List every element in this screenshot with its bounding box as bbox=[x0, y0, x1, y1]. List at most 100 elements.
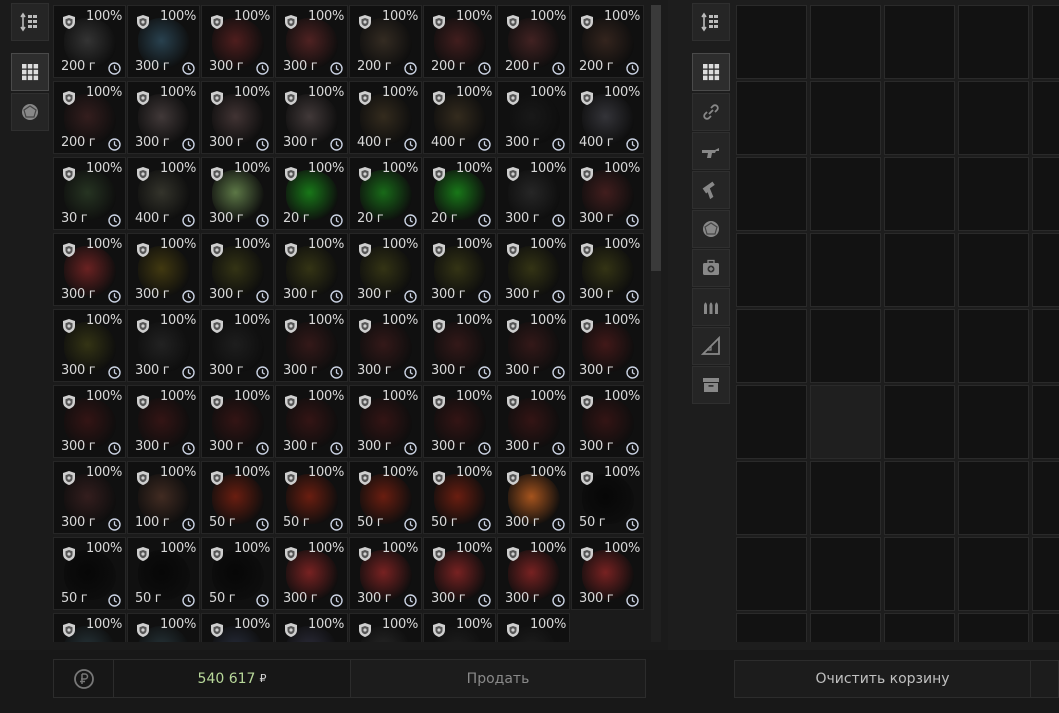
basket-slot[interactable] bbox=[1032, 5, 1059, 79]
basket-slot[interactable] bbox=[736, 461, 807, 535]
inventory-item[interactable]: 100% 300 г bbox=[349, 233, 422, 306]
markers-filter-button[interactable] bbox=[692, 327, 730, 365]
inventory-item[interactable]: 100% 50 г bbox=[571, 461, 644, 534]
inventory-item[interactable]: 100% 300 г bbox=[497, 537, 570, 610]
inventory-item[interactable]: 100% 400 г bbox=[349, 81, 422, 154]
inventory-item[interactable]: 100% 300 г bbox=[497, 461, 570, 534]
inventory-item[interactable]: 100% 300 г bbox=[53, 233, 126, 306]
basket-slot[interactable] bbox=[884, 537, 955, 611]
ammo-filter-button[interactable] bbox=[692, 288, 730, 326]
basket-slot[interactable] bbox=[1032, 157, 1059, 231]
inventory-item[interactable]: 100% 300 г bbox=[275, 5, 348, 78]
basket-slot[interactable] bbox=[884, 157, 955, 231]
basket-slot[interactable] bbox=[736, 157, 807, 231]
inventory-item[interactable]: 100% 300 г bbox=[423, 233, 496, 306]
basket-slot[interactable] bbox=[736, 81, 807, 155]
sort-button[interactable] bbox=[692, 3, 730, 41]
inventory-item[interactable]: 100% 300 г bbox=[127, 233, 200, 306]
weapon-parts-filter-button[interactable] bbox=[692, 171, 730, 209]
inventory-item[interactable]: 100% 300 г bbox=[423, 537, 496, 610]
inventory-item[interactable]: 100% 300 г bbox=[201, 233, 274, 306]
inventory-item[interactable]: 100% 300 г bbox=[423, 309, 496, 382]
inventory-item[interactable]: 100% 300 г bbox=[497, 309, 570, 382]
basket-slot[interactable] bbox=[810, 613, 881, 642]
inventory-item[interactable]: 100% 50 г bbox=[349, 461, 422, 534]
sort-button[interactable] bbox=[11, 3, 49, 41]
basket-slot[interactable] bbox=[1032, 385, 1059, 459]
inventory-item[interactable]: 100% 300 г bbox=[497, 157, 570, 230]
medical-filter-button[interactable] bbox=[692, 249, 730, 287]
basket-slot[interactable] bbox=[958, 461, 1029, 535]
inventory-item[interactable]: 100% 300 г bbox=[497, 81, 570, 154]
inventory-item[interactable]: 100% 100 г bbox=[127, 461, 200, 534]
inventory-item[interactable]: 100% 300 г bbox=[275, 81, 348, 154]
basket-slot[interactable] bbox=[1032, 613, 1059, 642]
inventory-item[interactable]: 100% 300 г bbox=[571, 157, 644, 230]
inventory-item[interactable]: 100% 400 г bbox=[127, 157, 200, 230]
basket-slot[interactable] bbox=[958, 537, 1029, 611]
inventory-item[interactable]: 100% 50 г bbox=[275, 461, 348, 534]
inventory-item[interactable]: 100% bbox=[349, 613, 422, 642]
inventory-item[interactable]: 100% 20 г bbox=[423, 157, 496, 230]
inventory-item[interactable]: 100% bbox=[423, 613, 496, 642]
inventory-item[interactable]: 100% 300 г bbox=[349, 537, 422, 610]
basket-slot[interactable] bbox=[810, 461, 881, 535]
basket-slot[interactable] bbox=[884, 81, 955, 155]
inventory-item[interactable]: 100% 300 г bbox=[275, 233, 348, 306]
inventory-item[interactable]: 100% 30 г bbox=[53, 157, 126, 230]
basket-slot[interactable] bbox=[736, 385, 807, 459]
inventory-item[interactable]: 100% 300 г bbox=[423, 385, 496, 458]
inventory-item[interactable]: 100% 400 г bbox=[423, 81, 496, 154]
basket-slot[interactable] bbox=[958, 233, 1029, 307]
containers-filter-button[interactable] bbox=[692, 366, 730, 404]
basket-slot[interactable] bbox=[884, 385, 955, 459]
inventory-item[interactable]: 100% 300 г bbox=[571, 385, 644, 458]
inventory-item[interactable]: 100% 300 г bbox=[127, 309, 200, 382]
inventory-item[interactable]: 100% 200 г bbox=[53, 5, 126, 78]
refresh-button[interactable] bbox=[54, 660, 114, 697]
inventory-item[interactable]: 100% 300 г bbox=[53, 309, 126, 382]
basket-slot[interactable] bbox=[736, 233, 807, 307]
inventory-item[interactable]: 100% 300 г bbox=[497, 385, 570, 458]
sell-button[interactable]: Продать bbox=[351, 660, 645, 697]
clear-basket-button[interactable]: Очистить корзину bbox=[734, 660, 1031, 698]
inventory-item[interactable]: 100% bbox=[53, 613, 126, 642]
barter-filter-button[interactable] bbox=[692, 210, 730, 248]
inventory-item[interactable]: 100% 300 г bbox=[571, 233, 644, 306]
inventory-item[interactable]: 100% 20 г bbox=[275, 157, 348, 230]
inventory-item[interactable]: 100% 400 г bbox=[571, 81, 644, 154]
inventory-item[interactable]: 100% 300 г bbox=[201, 81, 274, 154]
basket-slot[interactable] bbox=[884, 309, 955, 383]
inventory-item[interactable]: 100% 300 г bbox=[53, 461, 126, 534]
inventory-item[interactable]: 100% 300 г bbox=[571, 537, 644, 610]
inventory-item[interactable]: 100% 300 г bbox=[497, 233, 570, 306]
linked-search-button[interactable] bbox=[692, 93, 730, 131]
basket-slot[interactable] bbox=[1032, 461, 1059, 535]
basket-slot[interactable] bbox=[884, 233, 955, 307]
basket-slot[interactable] bbox=[736, 613, 807, 642]
inventory-item[interactable]: 100% 200 г bbox=[571, 5, 644, 78]
basket-slot[interactable] bbox=[884, 461, 955, 535]
basket-slot[interactable] bbox=[884, 5, 955, 79]
basket-slot[interactable] bbox=[810, 233, 881, 307]
inventory-item[interactable]: 100% 300 г bbox=[127, 81, 200, 154]
inventory-item[interactable]: 100% 50 г bbox=[53, 537, 126, 610]
inventory-item[interactable]: 100% 300 г bbox=[127, 5, 200, 78]
basket-slot[interactable] bbox=[1032, 81, 1059, 155]
inventory-item[interactable]: 100% 200 г bbox=[497, 5, 570, 78]
inventory-item[interactable]: 100% 300 г bbox=[275, 537, 348, 610]
basket-slot[interactable] bbox=[736, 5, 807, 79]
basket-slot[interactable] bbox=[810, 157, 881, 231]
inventory-item[interactable]: 100% 300 г bbox=[349, 309, 422, 382]
inventory-item[interactable]: 100% 20 г bbox=[349, 157, 422, 230]
basket-slot[interactable] bbox=[1032, 537, 1059, 611]
inventory-item[interactable]: 100% bbox=[127, 613, 200, 642]
basket-slot[interactable] bbox=[810, 537, 881, 611]
basket-slot[interactable] bbox=[810, 309, 881, 383]
inventory-item[interactable]: 100% 300 г bbox=[201, 385, 274, 458]
inventory-item[interactable]: 100% 300 г bbox=[349, 385, 422, 458]
basket-slot[interactable] bbox=[958, 309, 1029, 383]
basket-slot[interactable] bbox=[958, 613, 1029, 642]
grid-view-button[interactable] bbox=[692, 53, 730, 91]
basket-slot[interactable] bbox=[810, 385, 881, 459]
